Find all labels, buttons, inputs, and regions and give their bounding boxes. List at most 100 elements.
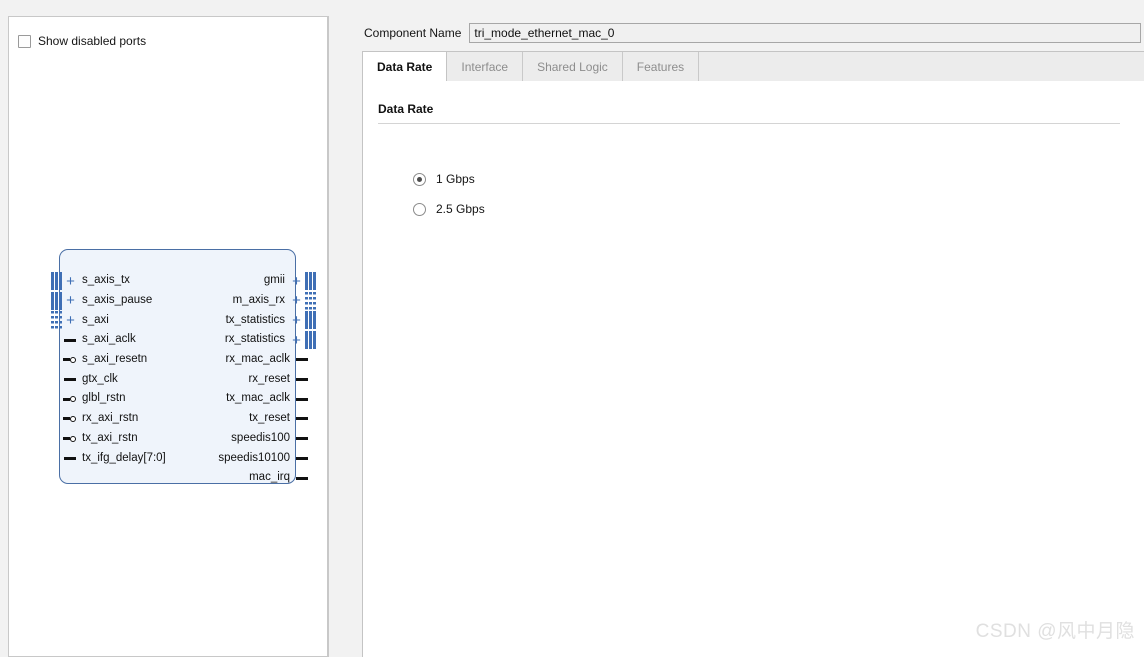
pin-stub-icon xyxy=(296,397,308,401)
active-low-pin-icon xyxy=(63,435,76,442)
expand-plus-icon[interactable]: + xyxy=(64,293,77,308)
data-rate-section-title: Data Rate xyxy=(378,102,434,116)
port-label: s_axi xyxy=(82,313,109,326)
expand-plus-icon[interactable]: + xyxy=(64,313,77,328)
tab-bar: Data Rate Interface Shared Logic Features xyxy=(362,51,1144,82)
component-name-row: Component Name xyxy=(364,23,1142,43)
component-name-input[interactable] xyxy=(469,23,1142,43)
bus-connector-icon xyxy=(305,331,317,350)
port-row[interactable]: + s_axis_tx xyxy=(51,271,130,291)
port-label: glbl_rstn xyxy=(82,392,126,405)
port-row[interactable]: speedis10100 xyxy=(218,448,316,468)
port-row[interactable]: gtx_clk xyxy=(51,370,118,390)
radio-label: 2.5 Gbps xyxy=(436,202,485,216)
port-label: m_axis_rx xyxy=(232,293,285,306)
show-disabled-ports-checkbox[interactable] xyxy=(18,34,31,48)
port-label: s_axis_pause xyxy=(82,293,153,306)
port-row[interactable]: m_axis_rx + xyxy=(232,291,317,311)
section-divider xyxy=(378,123,1120,124)
radio-label: 1 Gbps xyxy=(436,172,475,186)
active-low-pin-icon xyxy=(63,396,76,403)
tab-data-rate[interactable]: Data Rate xyxy=(363,52,448,82)
pin-stub-icon xyxy=(64,338,76,342)
pin-stub-icon xyxy=(296,437,308,441)
bus-connector-icon xyxy=(305,291,317,310)
port-row[interactable]: tx_statistics + xyxy=(225,310,317,330)
radio-button[interactable] xyxy=(413,172,426,186)
port-label: tx_axi_rstn xyxy=(82,431,138,444)
configuration-panel: Data Rate Interface Shared Logic Features D… xyxy=(362,51,1144,657)
port-row[interactable]: tx_ifg_delay[7:0] xyxy=(51,448,166,468)
port-row[interactable]: + s_axi xyxy=(51,310,109,330)
port-row[interactable]: rx_statistics + xyxy=(224,330,317,350)
pin-stub-icon xyxy=(296,417,308,421)
port-label: tx_ifg_delay[7:0] xyxy=(82,451,166,464)
radio-button[interactable] xyxy=(413,202,426,216)
component-name-label: Component Name xyxy=(364,26,462,40)
bus-connector-icon xyxy=(51,272,63,290)
port-row[interactable]: glbl_rstn xyxy=(51,389,125,409)
port-label: rx_mac_aclk xyxy=(225,353,290,366)
port-row[interactable]: mac_irq xyxy=(249,468,316,488)
port-label: gmii xyxy=(263,274,285,287)
port-row[interactable]: rx_reset xyxy=(248,370,316,390)
pin-stub-icon xyxy=(296,476,308,480)
tab-content-data-rate: Data Rate 1 Gbps 2.5 Gbps xyxy=(362,81,1144,657)
port-row[interactable]: s_axi_resetn xyxy=(51,350,147,370)
pin-stub-icon xyxy=(296,456,308,460)
port-row[interactable]: tx_mac_aclk xyxy=(226,389,316,409)
tab-interface[interactable]: Interface xyxy=(447,52,524,82)
ip-symbol-preview-panel: Show disabled ports + s_axis_tx + s_axis_pa… xyxy=(8,16,328,657)
port-label: tx_reset xyxy=(249,412,290,425)
show-disabled-ports-label: Show disabled ports xyxy=(38,34,147,48)
bus-connector-icon xyxy=(305,272,317,290)
pin-stub-icon xyxy=(296,378,308,381)
active-low-pin-icon xyxy=(63,356,76,363)
port-label: rx_reset xyxy=(248,372,290,385)
port-label: speedis10100 xyxy=(218,451,290,464)
port-row[interactable]: gmii + xyxy=(263,271,317,291)
tabs-host: Data Rate Interface Shared Logic Features xyxy=(363,52,700,82)
port-row[interactable]: s_axi_aclk xyxy=(51,330,136,350)
ip-block-symbol: + s_axis_tx + s_axis_pause + s_axi s_axi_aclks… xyxy=(51,234,317,489)
panel-gutter xyxy=(329,16,361,657)
radio-option-2-5-gbps[interactable]: 2.5 Gbps xyxy=(413,202,485,216)
port-label: gtx_clk xyxy=(82,372,118,385)
port-row[interactable]: + s_axis_pause xyxy=(51,291,152,311)
expand-plus-icon[interactable]: + xyxy=(64,274,77,289)
radio-option-1-gbps[interactable]: 1 Gbps xyxy=(413,172,475,186)
tab-label: Shared Logic xyxy=(537,60,608,74)
expand-plus-icon[interactable]: + xyxy=(290,293,303,308)
bus-connector-icon xyxy=(51,291,63,310)
port-label: tx_mac_aclk xyxy=(226,392,290,405)
port-label: s_axi_aclk xyxy=(82,333,136,346)
port-label: mac_irq xyxy=(249,471,290,484)
tab-label: Data Rate xyxy=(377,60,433,74)
port-label: rx_statistics xyxy=(224,333,285,346)
port-row[interactable]: rx_mac_aclk xyxy=(225,350,316,370)
port-label: speedis100 xyxy=(231,431,290,444)
port-label: s_axi_resetn xyxy=(82,353,148,366)
csdn-watermark: CSDN @风中月隐 xyxy=(975,621,1135,642)
bus-connector-icon xyxy=(305,311,317,330)
tab-features[interactable]: Features xyxy=(623,52,700,82)
expand-plus-icon[interactable]: + xyxy=(290,274,303,289)
expand-plus-icon[interactable]: + xyxy=(290,333,303,348)
expand-plus-icon[interactable]: + xyxy=(290,313,303,328)
bus-connector-icon xyxy=(51,311,63,330)
port-row[interactable]: rx_axi_rstn xyxy=(51,409,138,429)
tab-shared-logic[interactable]: Shared Logic xyxy=(523,52,623,82)
tab-label: Interface xyxy=(461,60,509,74)
pin-stub-icon xyxy=(296,358,308,362)
port-row[interactable]: tx_axi_rstn xyxy=(51,429,138,449)
port-row[interactable]: speedis100 xyxy=(231,429,316,449)
port-label: tx_statistics xyxy=(225,313,285,326)
pin-stub-icon xyxy=(64,378,76,381)
tab-label: Features xyxy=(636,60,685,74)
tab-bar-filler xyxy=(699,52,1144,81)
show-disabled-ports-checkbox-row[interactable]: Show disabled ports xyxy=(18,34,146,48)
port-label: rx_axi_rstn xyxy=(82,412,139,425)
port-label: s_axis_tx xyxy=(82,274,130,287)
port-row[interactable]: tx_reset xyxy=(249,409,316,429)
pin-stub-icon xyxy=(64,456,76,460)
